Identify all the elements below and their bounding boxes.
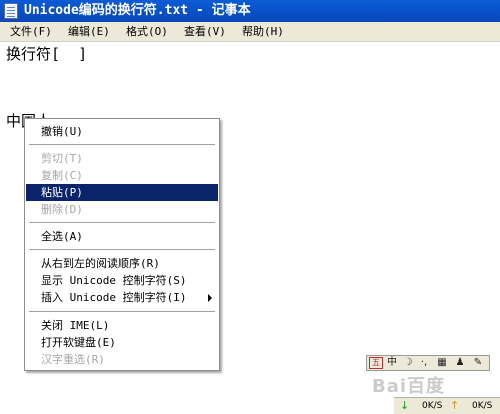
download-arrow-icon: ↓ (400, 399, 410, 412)
context-menu: 撤销(U) 剪切(T) 复制(C) 粘贴(P) 删除(D) 全选(A) 从右到左… (24, 118, 220, 371)
notepad-icon (4, 3, 18, 19)
ime-toolbar: 五 中 ☽ ·, ▦ ♟ ✎ (366, 355, 490, 371)
user-icon[interactable]: ♟ (453, 357, 467, 369)
ctx-close-ime[interactable]: 关闭 IME(L) (26, 317, 218, 334)
ctx-rtl-reading[interactable]: 从右到左的阅读顺序(R) (26, 255, 218, 272)
download-speed: 0K/S (422, 401, 443, 411)
ctx-separator (29, 222, 215, 224)
menu-format[interactable]: 格式(O) (126, 24, 168, 40)
menu-view[interactable]: 查看(V) (184, 24, 226, 40)
menu-file[interactable]: 文件(F) (10, 24, 52, 40)
wrench-icon[interactable]: ✎ (471, 357, 485, 369)
menu-help[interactable]: 帮助(H) (242, 24, 284, 40)
ctx-paste[interactable]: 粘贴(P) (26, 184, 218, 201)
ctx-reconvert[interactable]: 汉字重选(R) (26, 351, 218, 368)
chinese-mode-icon[interactable]: 中 (385, 357, 399, 369)
ctx-delete[interactable]: 删除(D) (26, 201, 218, 218)
menu-bar: 文件(F) 编辑(E) 格式(O) 查看(V) 帮助(H) (0, 22, 500, 42)
keyboard-icon[interactable]: ▦ (435, 357, 449, 369)
editor-line-1: 换行符[ ] (6, 45, 88, 63)
ctx-cut[interactable]: 剪切(T) (26, 150, 218, 167)
baidu-watermark: Bai百度 (372, 376, 446, 397)
ctx-separator (29, 311, 215, 313)
submenu-arrow-icon (208, 294, 212, 302)
window-title: Unicode编码的换行符.txt - 记事本 (24, 3, 251, 18)
net-speed-bar: ↓ 0K/S ↑ 0K/S (394, 397, 500, 414)
moon-icon[interactable]: ☽ (401, 357, 415, 369)
ctx-insert-unicode-control-label: 插入 Unicode 控制字符(I) (41, 291, 187, 304)
ctx-select-all[interactable]: 全选(A) (26, 228, 218, 245)
punctuation-icon[interactable]: ·, (417, 357, 431, 369)
ctx-show-unicode-control[interactable]: 显示 Unicode 控制字符(S) (26, 272, 218, 289)
ctx-insert-unicode-control[interactable]: 插入 Unicode 控制字符(I) (26, 289, 218, 306)
menu-edit[interactable]: 编辑(E) (68, 24, 110, 40)
upload-speed: 0K/S (472, 401, 493, 411)
ctx-copy[interactable]: 复制(C) (26, 167, 218, 184)
ctx-separator (29, 144, 215, 146)
wubi-icon[interactable]: 五 (369, 357, 383, 369)
ctx-open-soft-keyboard[interactable]: 打开软键盘(E) (26, 334, 218, 351)
upload-arrow-icon: ↑ (450, 399, 460, 412)
ctx-separator (29, 249, 215, 251)
ctx-undo[interactable]: 撤销(U) (26, 123, 218, 140)
title-bar[interactable]: Unicode编码的换行符.txt - 记事本 (0, 0, 500, 22)
